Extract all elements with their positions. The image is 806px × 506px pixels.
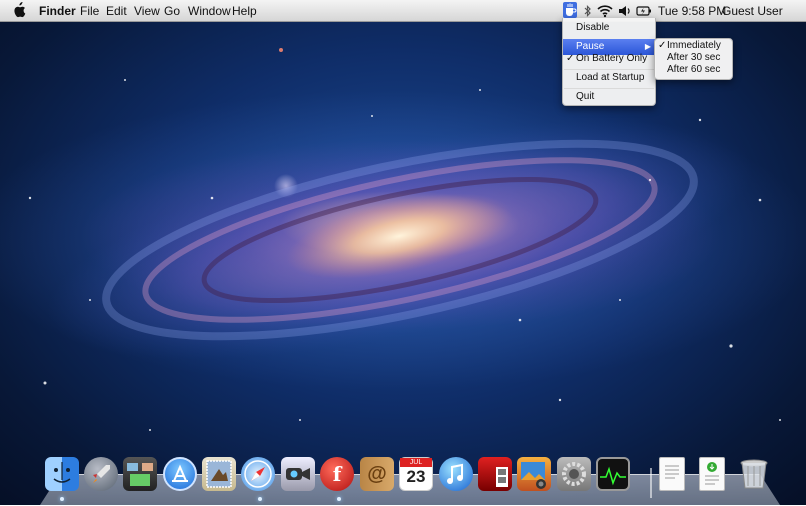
download-icon bbox=[705, 462, 719, 485]
menu-item-label: Disable bbox=[576, 22, 610, 33]
status-dropdown-menu: Disable Pause ▶ ✓ On Battery Only Load a… bbox=[562, 18, 656, 106]
submenu-item-immediately[interactable]: ✓ Immediately bbox=[655, 40, 732, 52]
dock-downloads-stack[interactable] bbox=[699, 457, 725, 491]
menubar-user[interactable]: Guest User bbox=[722, 3, 783, 19]
pause-submenu: ✓ Immediately After 30 sec After 60 sec bbox=[654, 38, 733, 80]
dock-iphoto[interactable] bbox=[517, 457, 551, 491]
checkmark-icon: ✓ bbox=[566, 53, 575, 64]
dock-ical[interactable]: JUL 23 bbox=[399, 457, 433, 491]
dock-document-stack[interactable] bbox=[659, 457, 685, 491]
dock-system-preferences[interactable] bbox=[557, 457, 591, 491]
running-indicator bbox=[258, 497, 262, 501]
finder-icon bbox=[53, 462, 71, 483]
menu-window[interactable]: Window bbox=[188, 3, 231, 19]
submenu-item-label: Immediately bbox=[667, 40, 721, 51]
dock-app-store[interactable] bbox=[163, 457, 197, 491]
dock-safari[interactable] bbox=[241, 457, 275, 491]
compass-icon bbox=[244, 460, 272, 488]
running-indicator bbox=[337, 497, 341, 501]
dock-launchpad[interactable] bbox=[84, 457, 118, 491]
dock-trash[interactable] bbox=[737, 457, 771, 491]
submenu-item-after-30-sec[interactable]: After 30 sec bbox=[655, 52, 732, 64]
dock-address-book[interactable]: @ bbox=[360, 457, 394, 491]
submenu-item-label: After 30 sec bbox=[667, 52, 721, 63]
camera-icon bbox=[286, 468, 310, 480]
dock-finder[interactable] bbox=[45, 457, 79, 491]
photo-strip-icon bbox=[496, 467, 508, 487]
trash-icon bbox=[740, 459, 768, 489]
dock-divider bbox=[650, 468, 652, 498]
checkmark-icon: ✓ bbox=[658, 40, 667, 51]
wifi-icon[interactable] bbox=[597, 4, 613, 18]
app-store-icon bbox=[172, 464, 188, 482]
menu-file[interactable]: File bbox=[80, 3, 99, 19]
dock-photo-booth[interactable] bbox=[478, 457, 512, 491]
bluetooth-icon[interactable] bbox=[584, 4, 592, 18]
menu-item-label: Quit bbox=[576, 91, 595, 102]
iphoto-icon bbox=[521, 462, 546, 489]
cup-icon bbox=[566, 3, 577, 16]
menu-bar: Finder File Edit View Go Window Help Tue… bbox=[0, 0, 806, 22]
volume-icon[interactable] bbox=[618, 4, 632, 18]
menu-go[interactable]: Go bbox=[164, 3, 180, 19]
menu-item-load-at-startup[interactable]: Load at Startup bbox=[563, 70, 655, 86]
apple-menu-icon[interactable] bbox=[12, 2, 26, 18]
dock-activity-monitor[interactable] bbox=[596, 457, 630, 491]
menu-item-on-battery-only[interactable]: ✓ On Battery Only bbox=[563, 51, 655, 67]
menu-item-label: On Battery Only bbox=[576, 53, 648, 64]
document-icon bbox=[665, 465, 679, 479]
menu-item-label: Load at Startup bbox=[576, 72, 645, 83]
dock-mail[interactable] bbox=[202, 457, 236, 491]
dock-itunes[interactable] bbox=[439, 457, 473, 491]
menu-edit[interactable]: Edit bbox=[106, 3, 127, 19]
battery-icon[interactable] bbox=[636, 4, 652, 18]
running-indicator bbox=[60, 497, 64, 501]
dock-facebook-app[interactable]: f bbox=[320, 457, 354, 491]
music-note-icon bbox=[447, 463, 463, 484]
menubar-clock[interactable]: Tue 9:58 PM bbox=[658, 3, 726, 19]
menu-item-disable[interactable]: Disable bbox=[563, 20, 655, 36]
at-sign-icon: @ bbox=[367, 462, 387, 485]
app-menu-finder[interactable]: Finder bbox=[39, 3, 76, 19]
submenu-item-after-60-sec[interactable]: After 60 sec bbox=[655, 64, 732, 76]
activity-graph-icon bbox=[600, 466, 626, 486]
facebook-letter-icon: f bbox=[332, 462, 342, 486]
gear-icon bbox=[562, 462, 586, 486]
calendar-day: 23 bbox=[406, 467, 426, 486]
menu-item-quit[interactable]: Quit bbox=[563, 89, 655, 105]
menu-help[interactable]: Help bbox=[232, 3, 257, 19]
dock-mission-control[interactable] bbox=[123, 457, 157, 491]
mission-control-icon bbox=[127, 463, 153, 486]
rocket-icon bbox=[93, 465, 110, 483]
menu-view[interactable]: View bbox=[134, 3, 160, 19]
dock-facetime[interactable] bbox=[281, 457, 315, 491]
status-app-icon[interactable] bbox=[563, 2, 577, 18]
mail-stamp-icon bbox=[206, 460, 232, 488]
submenu-item-label: After 60 sec bbox=[667, 64, 721, 75]
calendar-month: JUL bbox=[400, 458, 432, 467]
